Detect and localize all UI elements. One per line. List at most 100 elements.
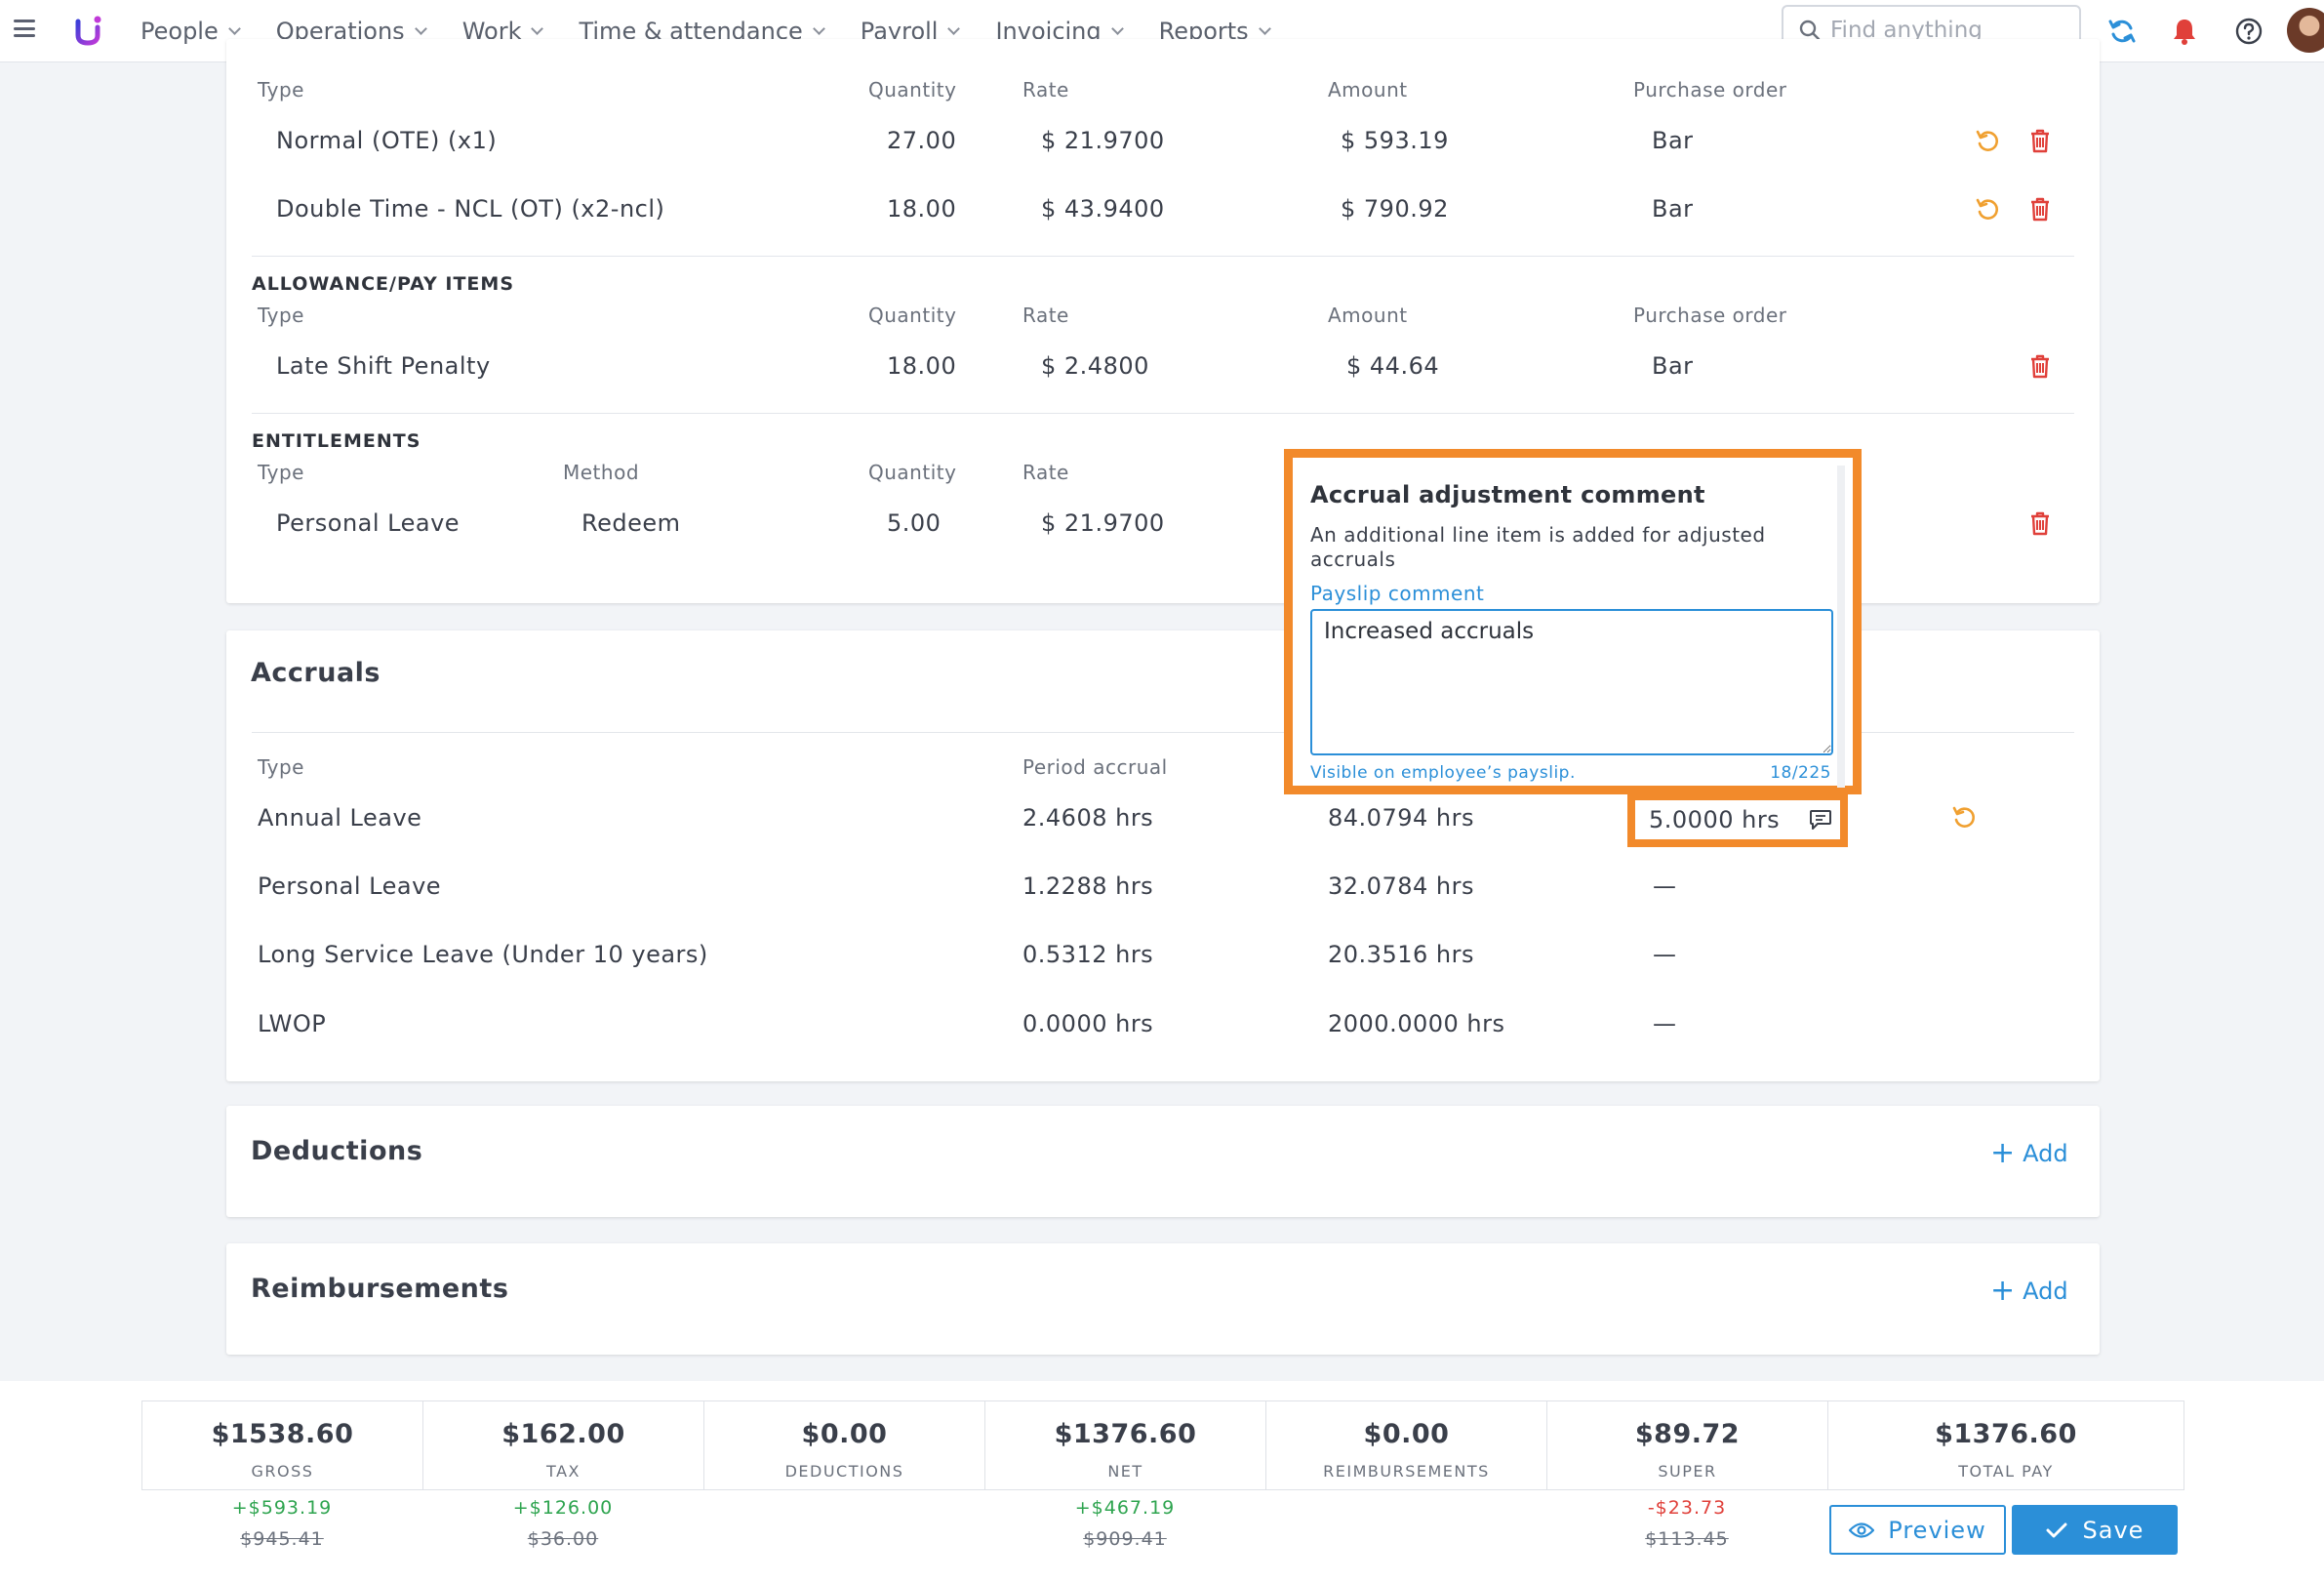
accrual-balance: 32.0784 hrs	[1328, 873, 1474, 900]
accrual-adjustment-input[interactable]: 5.0000 hrs	[1627, 792, 1848, 847]
chevron-down-icon	[812, 21, 825, 35]
accrual-period: 0.0000 hrs	[1022, 1010, 1154, 1037]
payslip-comment-label: Payslip comment	[1310, 582, 1485, 605]
payslip-comment-hint: Visible on employee’s payslip.	[1310, 763, 1576, 783]
undo-icon[interactable]	[1973, 126, 2002, 155]
summary-tax: $162.00 TAX	[423, 1401, 704, 1489]
accrual-balance: 84.0794 hrs	[1328, 804, 1474, 832]
col-header-method: Method	[563, 461, 640, 484]
delete-icon[interactable]	[2025, 351, 2055, 381]
accrual-balance: 2000.0000 hrs	[1328, 1010, 1505, 1037]
save-button[interactable]: Save	[2012, 1505, 2178, 1555]
summary-value: $89.72	[1634, 1419, 1741, 1449]
delete-icon[interactable]	[2025, 508, 2055, 538]
pay-rate-rate[interactable]: $ 43.9400	[1041, 195, 1165, 223]
accrual-period: 2.4608 hrs	[1022, 804, 1154, 832]
entitlement-quantity[interactable]: 5.00	[887, 509, 941, 537]
summary-value: $1376.60	[1935, 1419, 2077, 1449]
chevron-down-icon	[1110, 21, 1124, 35]
summary-value: $0.00	[1363, 1419, 1450, 1449]
delete-icon[interactable]	[2025, 194, 2055, 223]
plus-icon: +	[1990, 1274, 2016, 1308]
col-header-type: Type	[258, 78, 304, 101]
col-header-amount: Amount	[1328, 78, 1408, 101]
accrual-type: Annual Leave	[258, 804, 422, 832]
pay-rate-quantity[interactable]: 18.00	[887, 195, 956, 223]
bell-icon[interactable]	[2170, 17, 2199, 46]
accrual-comment-popup: Accrual adjustment comment An additional…	[1284, 449, 1862, 794]
check-icon	[2046, 1522, 2067, 1537]
col-header-rate: Rate	[1022, 78, 1069, 101]
section-heading-entitlements: ENTITLEMENTS	[252, 430, 421, 452]
avatar[interactable]	[2287, 8, 2324, 53]
add-reimbursement-button[interactable]: + Add	[1990, 1277, 2068, 1306]
allowance-purchase-order[interactable]: Bar	[1652, 352, 1694, 380]
summary-diff: +$467.19	[1074, 1497, 1176, 1519]
accrual-type: LWOP	[258, 1010, 327, 1037]
delete-icon[interactable]	[2025, 126, 2055, 155]
pay-rate-quantity[interactable]: 27.00	[887, 127, 956, 154]
reimbursements-title: Reimbursements	[251, 1274, 509, 1304]
section-heading-allowances: ALLOWANCE/PAY ITEMS	[252, 273, 515, 295]
menu-icon[interactable]	[14, 20, 35, 37]
pay-rate-purchase-order[interactable]: Bar	[1652, 195, 1694, 223]
chevron-down-icon	[947, 21, 961, 35]
summary-value: $1538.60	[211, 1419, 354, 1449]
nav-people[interactable]: People	[140, 18, 241, 45]
summary-previous: $113.45	[1645, 1528, 1729, 1550]
summary-reimbursements: $0.00 REIMBURSEMENTS	[1266, 1401, 1547, 1489]
comment-icon[interactable]	[1809, 809, 1832, 831]
summary-label: NET	[1107, 1462, 1143, 1481]
pay-rate-amount: $ 790.92	[1341, 195, 1449, 223]
summary-previous: $909.41	[1083, 1528, 1167, 1550]
popup-title: Accrual adjustment comment	[1310, 481, 1705, 508]
pay-rate-rate[interactable]: $ 21.9700	[1041, 127, 1165, 154]
preview-button[interactable]: Preview	[1829, 1505, 2006, 1555]
summary-value: $162.00	[501, 1419, 625, 1449]
allowance-rate[interactable]: $ 2.4800	[1041, 352, 1149, 380]
summary-diff: +$593.19	[231, 1497, 333, 1519]
add-label: Add	[2023, 1278, 2068, 1305]
col-header-rate: Rate	[1022, 461, 1069, 484]
accrual-adjustment[interactable]: —	[1653, 1010, 1677, 1037]
chevron-down-icon	[1258, 21, 1271, 35]
entitlement-type: Personal Leave	[276, 509, 461, 537]
help-icon[interactable]	[2234, 17, 2264, 46]
eye-icon	[1849, 1522, 1875, 1538]
add-label: Add	[2023, 1140, 2068, 1167]
allowance-quantity[interactable]: 18.00	[887, 352, 956, 380]
summary-gross: $1538.60 GROSS	[142, 1401, 423, 1489]
pay-summary: $1538.60 GROSS $162.00 TAX $0.00 DEDUCTIONS…	[141, 1400, 2184, 1490]
payslip-comment-field[interactable]	[1310, 609, 1833, 755]
pay-rate-purchase-order[interactable]: Bar	[1652, 127, 1694, 154]
deductions-card: Deductions + Add	[226, 1106, 2100, 1217]
plus-icon: +	[1990, 1136, 2016, 1170]
col-header-type: Type	[258, 304, 304, 327]
summary-label: TAX	[546, 1462, 581, 1481]
entitlement-rate: $ 21.9700	[1041, 509, 1165, 537]
summary-previous: $36.00	[527, 1528, 599, 1550]
app-logo[interactable]	[74, 14, 103, 47]
entitlement-method[interactable]: Redeem	[581, 509, 681, 537]
summary-diff: -$23.73	[1647, 1497, 1727, 1519]
refresh-icon[interactable]	[2107, 17, 2137, 46]
summary-net: $1376.60 NET	[985, 1401, 1266, 1489]
col-header-quantity: Quantity	[868, 461, 957, 484]
deductions-title: Deductions	[251, 1136, 423, 1166]
undo-icon[interactable]	[1973, 194, 2002, 223]
popup-scrollbar[interactable]	[1837, 466, 1845, 788]
summary-label: SUPER	[1658, 1462, 1717, 1481]
accrual-adjustment[interactable]: —	[1653, 941, 1677, 968]
col-header-type: Type	[258, 755, 304, 779]
add-deduction-button[interactable]: + Add	[1990, 1139, 2068, 1168]
accrual-adjustment[interactable]: —	[1653, 873, 1677, 900]
col-header-purchase-order: Purchase order	[1633, 304, 1787, 327]
accrual-balance: 20.3516 hrs	[1328, 941, 1474, 968]
reimbursements-card: Reimbursements + Add	[226, 1243, 2100, 1355]
undo-icon[interactable]	[1949, 802, 1979, 832]
allowance-amount: $ 44.64	[1346, 352, 1440, 380]
character-count: 18/225	[1770, 763, 1831, 783]
summary-label: TOTAL PAY	[1958, 1462, 2054, 1481]
chevron-down-icon	[531, 21, 544, 35]
nav-label: People	[140, 18, 219, 45]
